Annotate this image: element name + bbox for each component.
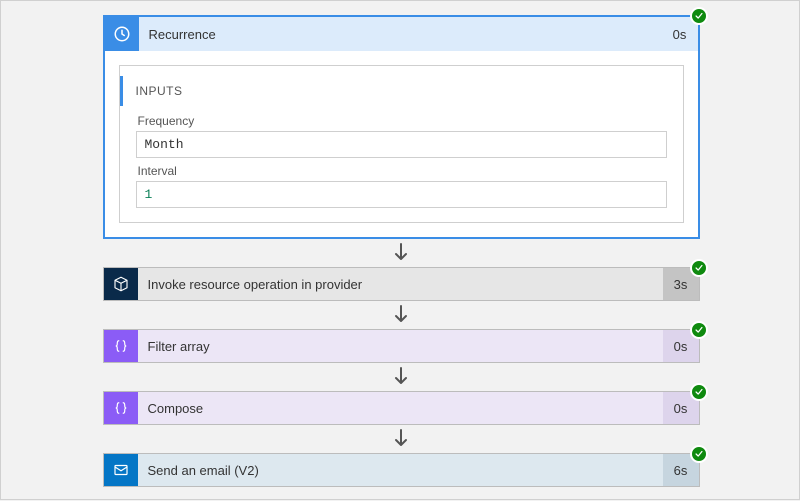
step-filter-wrap: Filter array 0s <box>103 329 700 363</box>
step-compose-label: Compose <box>138 392 663 424</box>
step-filter-label: Filter array <box>138 330 663 362</box>
braces-icon <box>104 392 138 424</box>
success-badge <box>690 259 708 277</box>
workflow-canvas: Recurrence 0s INPUTS Frequency Month Int… <box>1 1 800 501</box>
step-recurrence-wrap: Recurrence 0s INPUTS Frequency Month Int… <box>103 15 700 239</box>
step-recurrence-body: INPUTS Frequency Month Interval 1 <box>105 51 698 237</box>
success-badge <box>690 321 708 339</box>
arrow-icon <box>1 242 800 264</box>
frequency-value: Month <box>136 131 667 158</box>
step-email-label: Send an email (V2) <box>138 454 663 486</box>
arrow-icon <box>1 304 800 326</box>
step-recurrence-header[interactable]: Recurrence 0s <box>105 17 698 51</box>
braces-icon <box>104 330 138 362</box>
inputs-heading: INPUTS <box>120 76 667 106</box>
inputs-card: INPUTS Frequency Month Interval 1 <box>119 65 684 223</box>
step-filter[interactable]: Filter array 0s <box>103 329 700 363</box>
success-badge <box>690 383 708 401</box>
arrow-icon <box>1 428 800 450</box>
interval-value: 1 <box>136 181 667 208</box>
step-invoke-wrap: Invoke resource operation in provider 3s <box>103 267 700 301</box>
mail-icon <box>104 454 138 486</box>
step-recurrence-label: Recurrence <box>139 17 662 51</box>
step-recurrence[interactable]: Recurrence 0s INPUTS Frequency Month Int… <box>103 15 700 239</box>
step-email[interactable]: Send an email (V2) 6s <box>103 453 700 487</box>
step-compose-wrap: Compose 0s <box>103 391 700 425</box>
clock-icon <box>105 17 139 51</box>
arrow-icon <box>1 366 800 388</box>
cube-icon <box>104 268 138 300</box>
step-compose[interactable]: Compose 0s <box>103 391 700 425</box>
interval-label: Interval <box>138 164 665 178</box>
frequency-label: Frequency <box>138 114 665 128</box>
success-badge <box>690 7 708 25</box>
step-email-wrap: Send an email (V2) 6s <box>103 453 700 487</box>
step-invoke-label: Invoke resource operation in provider <box>138 268 663 300</box>
success-badge <box>690 445 708 463</box>
step-invoke[interactable]: Invoke resource operation in provider 3s <box>103 267 700 301</box>
